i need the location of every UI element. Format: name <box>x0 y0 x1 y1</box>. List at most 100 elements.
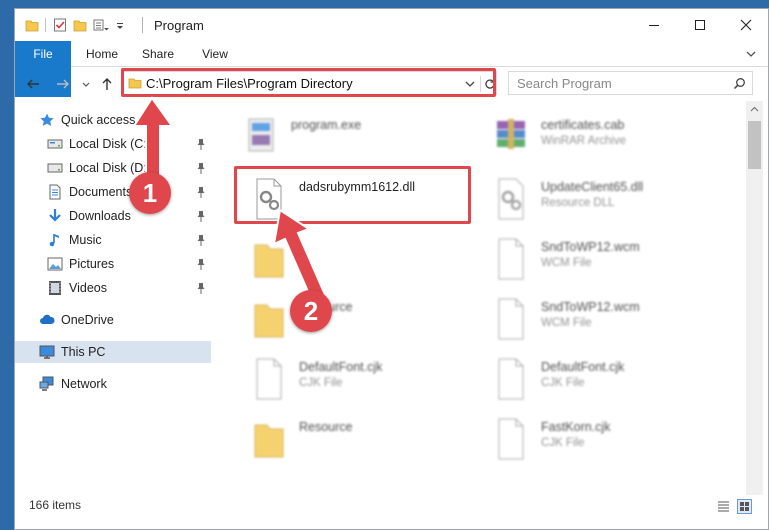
sidebar-item-videos[interactable]: Videos <box>15 277 211 299</box>
large-icons-view-icon[interactable] <box>737 499 752 514</box>
file-type: CJK File <box>541 437 585 449</box>
sidebar-item-onedrive[interactable]: OneDrive <box>15 309 211 331</box>
sidebar-item-downloads[interactable]: Downloads <box>15 205 211 227</box>
title-bar: Program <box>15 9 768 41</box>
minimize-button[interactable] <box>631 9 677 41</box>
folder-icon <box>25 20 39 32</box>
folder-icon <box>254 424 284 458</box>
ribbon-tabs: File Home Share View <box>15 41 768 97</box>
sidebar-item-music[interactable]: Music <box>15 229 211 251</box>
pin-icon[interactable] <box>196 210 206 222</box>
star-icon <box>40 113 54 126</box>
file-item-certificates-cab[interactable]: certificates.cab WinRAR Archive <box>493 113 723 169</box>
exe-file-icon <box>248 118 274 152</box>
recent-locations-icon[interactable] <box>81 76 91 92</box>
properties-check-icon[interactable] <box>53 17 67 33</box>
file-item-sndtowp12-wcm[interactable]: SndToWP12.wcm WCM File <box>493 295 723 351</box>
file-name: DefaultFont.cjk <box>541 360 625 374</box>
drive-icon <box>47 163 63 173</box>
file-type: CJK File <box>299 377 343 389</box>
sidebar-item-label: Downloads <box>69 209 131 223</box>
file-type: WCM File <box>541 317 592 329</box>
network-icon <box>39 376 54 391</box>
tab-share[interactable]: Share <box>133 41 183 67</box>
vertical-scrollbar[interactable] <box>746 101 763 495</box>
pin-icon[interactable] <box>196 186 206 198</box>
sidebar-item-label: Quick access <box>61 113 136 127</box>
document-icon <box>49 184 61 200</box>
blank-file-icon <box>498 358 524 400</box>
pin-icon[interactable] <box>196 282 206 294</box>
search-input[interactable]: Search Program <box>517 76 612 91</box>
file-item-defaultfont-cjk[interactable]: DefaultFont.cjk CJK File <box>493 355 723 411</box>
tab-view[interactable]: View <box>190 41 240 67</box>
sidebar-item-label: OneDrive <box>61 313 114 327</box>
scroll-up-icon[interactable] <box>750 105 759 114</box>
tab-home[interactable]: Home <box>77 41 127 67</box>
file-type: WCM File <box>541 257 592 269</box>
search-icon[interactable] <box>733 77 746 90</box>
customize-toolbar-icon[interactable] <box>93 17 109 33</box>
blank-file-icon <box>498 298 524 340</box>
sidebar-item-label: Music <box>69 233 102 247</box>
sidebar-item-label: Videos <box>69 281 107 295</box>
search-box[interactable]: Search Program <box>508 71 753 95</box>
pin-icon[interactable] <box>196 258 206 270</box>
file-type: Resource DLL <box>541 197 615 209</box>
back-arrow-icon[interactable] <box>25 76 41 92</box>
step2-badge: 2 <box>290 290 332 332</box>
file-name: FastKorn.cjk <box>541 420 611 434</box>
file-name: SndToWP12.wcm <box>541 300 640 314</box>
sidebar-item-this-pc[interactable]: This PC <box>15 341 211 363</box>
chevron-down-icon[interactable] <box>115 17 125 33</box>
file-item-program-exe[interactable]: program.exe <box>243 113 473 169</box>
scrollbar-thumb[interactable] <box>748 121 761 169</box>
computer-icon <box>39 345 55 359</box>
qa-separator <box>45 18 46 32</box>
download-arrow-icon <box>49 209 61 222</box>
file-item-fastkorn-cjk[interactable]: FastKorn.cjk CJK File <box>493 415 723 471</box>
title-separator <box>142 17 143 33</box>
sidebar-item-network[interactable]: Network <box>15 373 211 395</box>
step1-badge: 1 <box>129 172 171 214</box>
maximize-icon <box>695 20 705 30</box>
dll-file-icon <box>498 178 524 220</box>
ribbon-expand-icon[interactable] <box>744 47 758 61</box>
maximize-button[interactable] <box>677 9 723 41</box>
blank-file-icon <box>498 418 524 460</box>
pin-icon[interactable] <box>196 162 206 174</box>
sidebar-item-label: Documents <box>69 185 133 199</box>
forward-arrow-icon[interactable] <box>55 76 71 92</box>
file-name: program.exe <box>291 118 362 132</box>
blank-file-icon <box>498 238 524 280</box>
file-type: CJK File <box>541 377 585 389</box>
up-arrow-icon[interactable] <box>99 76 115 92</box>
file-type: WinRAR Archive <box>541 135 626 147</box>
blank-file-icon <box>256 358 282 400</box>
pin-icon[interactable] <box>196 234 206 246</box>
drive-icon <box>47 139 63 149</box>
close-icon <box>740 19 752 31</box>
file-item-sndtowp12-wcm[interactable]: SndToWP12.wcm WCM File <box>493 235 723 291</box>
details-view-icon[interactable] <box>717 500 730 513</box>
file-name: DefaultFont.cjk <box>299 360 383 374</box>
sidebar-item-label: This PC <box>61 345 106 359</box>
pin-icon[interactable] <box>196 138 206 150</box>
file-name: SndToWP12.wcm <box>541 240 640 254</box>
file-name: Resource <box>299 420 353 434</box>
sidebar-item-label: Network <box>61 377 107 391</box>
video-icon <box>49 281 61 295</box>
winrar-archive-icon <box>497 119 525 149</box>
file-name: certificates.cab <box>541 118 625 132</box>
address-bar-highlight <box>121 68 496 97</box>
sidebar-item-pictures[interactable]: Pictures <box>15 253 211 275</box>
picture-icon <box>47 257 63 271</box>
cloud-icon <box>40 314 55 324</box>
item-count: 166 items <box>29 498 82 512</box>
close-button[interactable] <box>723 9 768 41</box>
window-title: Program <box>154 18 204 33</box>
file-item-defaultfont-cjk[interactable]: DefaultFont.cjk CJK File <box>251 355 481 411</box>
new-folder-icon[interactable] <box>73 17 87 33</box>
file-item-resource-folder[interactable]: Resource <box>251 415 481 471</box>
file-item-updateclient65-dll[interactable]: UpdateClient65.dll Resource DLL <box>493 175 723 231</box>
